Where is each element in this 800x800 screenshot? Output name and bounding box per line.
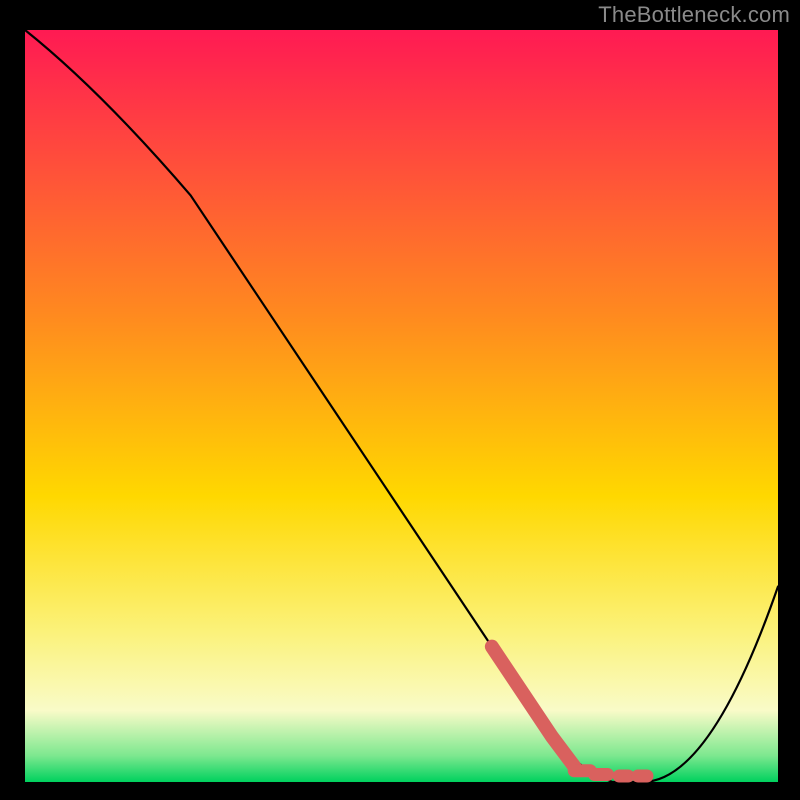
chart-stage: TheBottleneck.com bbox=[0, 0, 800, 800]
chart-svg bbox=[0, 0, 800, 800]
attribution-label: TheBottleneck.com bbox=[598, 2, 790, 28]
plot-background bbox=[25, 30, 778, 782]
accent-dots bbox=[574, 771, 647, 776]
